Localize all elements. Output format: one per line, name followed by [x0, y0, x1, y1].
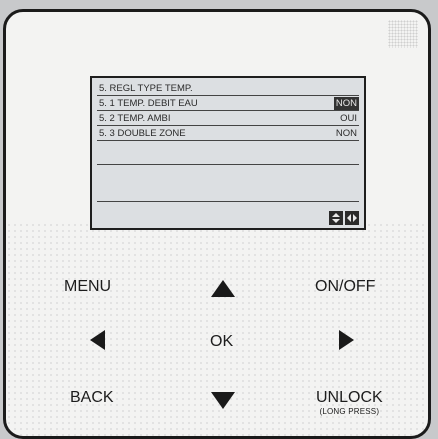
row-label: 5. 2 TEMP. AMBI	[99, 113, 171, 124]
menu-row-double-zone[interactable]: 5. 3 DOUBLE ZONE NON	[97, 127, 359, 141]
menu-row-debit-eau[interactable]: 5. 1 TEMP. DEBIT EAU NON	[97, 97, 359, 111]
row-label: 5. 1 TEMP. DEBIT EAU	[99, 98, 198, 109]
speaker-grille	[388, 20, 418, 48]
up-down-arrows-icon	[329, 211, 343, 225]
screen-title-label: 5. REGL TYPE TEMP.	[99, 83, 193, 94]
on-off-button[interactable]: ON/OFF	[315, 278, 375, 296]
back-button[interactable]: BACK	[70, 389, 114, 407]
divider-line	[97, 164, 359, 165]
down-triangle-icon[interactable]	[211, 392, 235, 409]
left-triangle-icon[interactable]	[90, 330, 105, 350]
row-value-selected: NON	[333, 97, 359, 110]
row-value: NON	[335, 128, 357, 139]
menu-row-temp-ambi[interactable]: 5. 2 TEMP. AMBI OUI	[97, 112, 359, 126]
left-right-arrows-icon	[345, 211, 359, 225]
screen-title: 5. REGL TYPE TEMP.	[97, 82, 359, 96]
menu-button[interactable]: MENU	[64, 278, 111, 296]
unlock-label: UNLOCK	[316, 389, 383, 406]
row-label: 5. 3 DOUBLE ZONE	[99, 128, 186, 139]
ok-button[interactable]: OK	[210, 333, 233, 351]
unlock-sublabel: (LONG PRESS)	[319, 407, 380, 416]
divider-line	[97, 201, 359, 202]
lcd-screen: 5. REGL TYPE TEMP. 5. 1 TEMP. DEBIT EAU …	[90, 76, 366, 230]
screen-nav-icons	[329, 211, 359, 225]
unlock-button[interactable]: UNLOCK (LONG PRESS)	[316, 389, 383, 416]
row-value: OUI	[340, 113, 357, 124]
up-triangle-icon[interactable]	[211, 280, 235, 297]
right-triangle-icon[interactable]	[339, 330, 354, 350]
controller-body: 5. REGL TYPE TEMP. 5. 1 TEMP. DEBIT EAU …	[3, 9, 431, 439]
